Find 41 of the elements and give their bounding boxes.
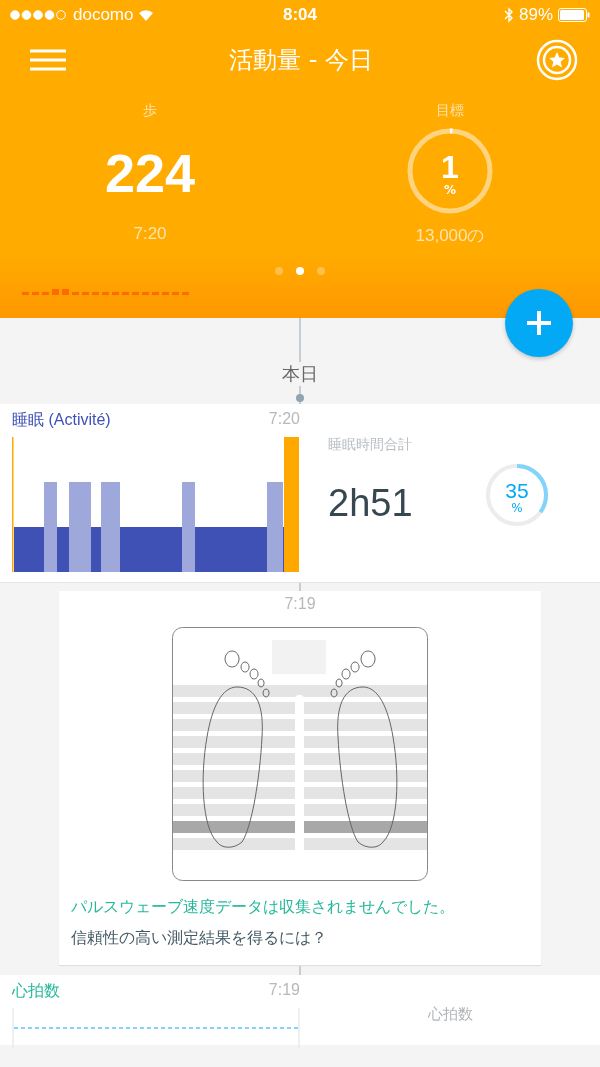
heart-rate-title: 心拍数 xyxy=(12,981,60,1002)
clock-time: 8:04 xyxy=(283,5,317,25)
goal-label: 目標 xyxy=(436,102,464,120)
battery-icon xyxy=(558,8,590,22)
timeline-dot xyxy=(296,394,304,402)
battery-percent: 89% xyxy=(518,5,553,25)
page-dot[interactable] xyxy=(296,267,304,275)
steps-label: 歩 xyxy=(143,102,157,120)
entry-time: 7:20 xyxy=(268,410,300,429)
percent-unit: % xyxy=(511,500,523,515)
badge-star-button[interactable] xyxy=(536,39,578,81)
wifi-icon xyxy=(138,9,155,21)
sleep-title: 睡眠 (Activité) xyxy=(12,410,111,430)
day-label: 本日 xyxy=(282,362,318,386)
bluetooth-icon xyxy=(503,7,514,23)
carrier-name: docomo xyxy=(73,5,134,25)
goal-percent: 1 xyxy=(441,151,459,183)
sleep-total: 2h51 xyxy=(328,481,413,525)
heart-rate-label: 心拍数 xyxy=(426,1004,474,1025)
scale-card[interactable]: 7:19 パルスウェーブ速度データは収集されませんでした。 信頼性の高い測定結果を得るには？ xyxy=(59,591,541,965)
goal-total: 13,000の xyxy=(415,225,485,247)
star-badge-icon xyxy=(536,39,578,81)
signal-icon xyxy=(10,10,68,20)
steps-time: 7:20 xyxy=(133,224,167,244)
sleep-progress-ring xyxy=(484,462,550,528)
add-button[interactable] xyxy=(505,289,573,357)
sleep-card[interactable]: 睡眠 (Activité) 7:20 睡眠時間合計 2h51 35 % xyxy=(0,404,600,583)
screen-title: 活動量 - 今日 xyxy=(229,45,373,76)
menu-icon xyxy=(30,49,66,71)
entry-time: 7:19 xyxy=(268,981,300,1000)
page-dot[interactable] xyxy=(275,267,283,275)
warning-message: パルスウェーブ速度データは収集されませんでした。 xyxy=(71,897,455,918)
percent-unit: % xyxy=(444,183,456,197)
plus-icon xyxy=(525,309,553,337)
menu-button[interactable] xyxy=(30,49,66,71)
sleep-percent: 35 xyxy=(505,479,529,501)
page-dot[interactable] xyxy=(317,267,325,275)
sleep-total-label: 睡眠時間合計 xyxy=(328,436,412,452)
steps-count: 224 xyxy=(104,142,196,205)
help-link[interactable]: 信頼性の高い測定結果を得るには？ xyxy=(71,928,327,949)
entry-time: 7:19 xyxy=(284,595,316,613)
